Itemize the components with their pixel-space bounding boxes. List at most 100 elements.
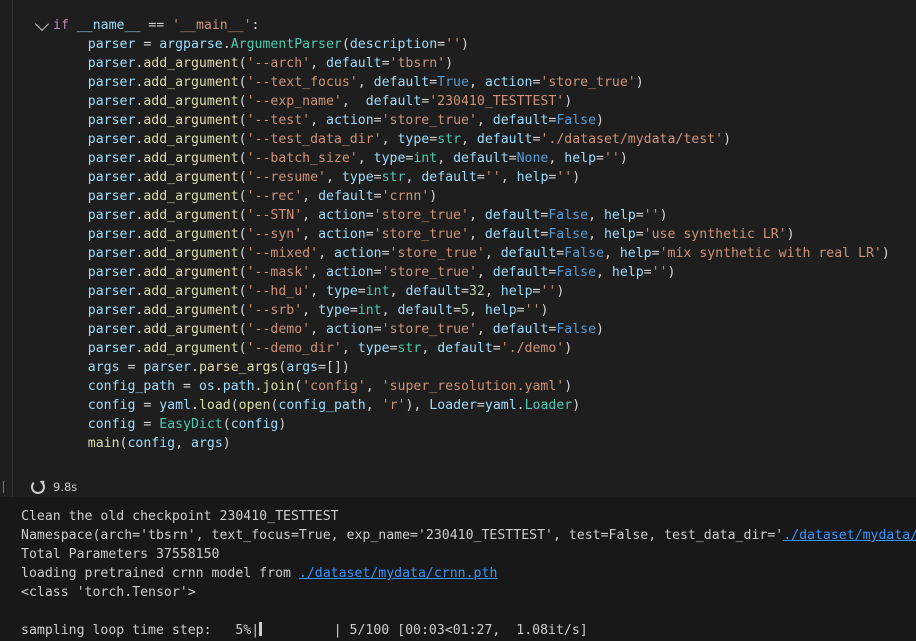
code-line[interactable]: config = EasyDict(config) <box>33 415 890 434</box>
code-line[interactable]: parser.add_argument('--test', action='st… <box>33 111 890 130</box>
code-token: action <box>318 208 366 223</box>
code-token: = <box>135 417 160 432</box>
output-token: Clean the old checkpoint 230410_TESTTEST <box>21 509 339 524</box>
code-token: add_argument <box>143 322 239 337</box>
code-token: 'r' <box>381 398 406 413</box>
code-token: add_argument <box>143 284 239 299</box>
code-token: =[]) <box>318 360 350 375</box>
cell-output: Clean the old checkpoint 230410_TESTTEST… <box>0 497 916 641</box>
code-token: if <box>53 18 77 33</box>
code-cell[interactable]: if __name__ == '__main__': parser = argp… <box>12 0 916 497</box>
code-token: , <box>437 151 454 166</box>
code-token: , <box>421 341 438 356</box>
code-token: ( <box>230 398 239 413</box>
code-line[interactable]: parser.add_argument('--arch', default='t… <box>33 54 890 73</box>
code-token: add_argument <box>143 246 239 261</box>
code-token: = <box>429 75 438 90</box>
code-line[interactable]: config = yaml.load(open(config_path, 'r'… <box>33 396 890 415</box>
code-token: = <box>476 170 485 185</box>
code-token: ( <box>238 265 247 280</box>
code-line[interactable]: parser.add_argument('--mixed', action='s… <box>33 244 890 263</box>
cell-status: 9.8s <box>31 480 77 494</box>
code-token: Loader <box>429 398 477 413</box>
code-token: ( <box>238 170 247 185</box>
code-line[interactable]: parser.add_argument('--text_focus', defa… <box>33 73 890 92</box>
output-token: Namespace(arch='tbsrn', text_focus=True,… <box>21 528 784 543</box>
code-token: add_argument <box>143 75 239 90</box>
code-token: True <box>437 75 469 90</box>
code-token: = <box>175 379 199 394</box>
code-token: ) <box>635 75 644 90</box>
code-token: . <box>214 379 223 394</box>
code-token: 'store_true' <box>540 75 636 90</box>
code-token: default <box>421 170 477 185</box>
code-token: 'crnn' <box>381 189 430 204</box>
code-token: = <box>596 151 604 166</box>
code-line[interactable]: parser.add_argument('--exp_name', defaul… <box>33 92 890 111</box>
code-token: = <box>492 341 501 356</box>
code-token: type <box>326 284 358 299</box>
code-token: , <box>302 303 319 318</box>
code-token: main <box>87 436 120 451</box>
code-token: parser <box>87 170 136 185</box>
code-token: parser <box>87 303 136 318</box>
code-token: ( <box>238 75 247 90</box>
code-token: parser <box>87 56 136 71</box>
code-line[interactable]: parser.add_argument('--syn', action='sto… <box>33 225 890 244</box>
file-link[interactable]: ./dataset/mydata/test <box>783 528 916 543</box>
fold-chevron-icon[interactable] <box>34 16 50 31</box>
code-token: , <box>302 227 319 242</box>
code-token: add_argument <box>143 132 239 147</box>
code-token: ) <box>572 398 581 413</box>
code-token: 'super_resolution.yaml' <box>381 379 565 394</box>
code-token: . <box>516 398 525 413</box>
code-line[interactable]: parser.add_argument('--resume', type=str… <box>33 168 890 187</box>
code-token: add_argument <box>143 113 239 128</box>
output-line: Namespace(arch='tbsrn', text_focus=True,… <box>21 526 916 545</box>
code-content[interactable]: if __name__ == '__main__': parser = argp… <box>33 16 890 453</box>
code-line[interactable]: args = parser.parse_args(args=[]) <box>33 358 890 377</box>
code-line[interactable]: main(config, args) <box>33 434 890 453</box>
code-line[interactable]: parser.add_argument('--test_data_dir', t… <box>33 130 890 149</box>
code-token: config <box>127 436 176 451</box>
code-token: ) <box>278 417 287 432</box>
code-line[interactable]: parser.add_argument('--batch_size', type… <box>33 149 890 168</box>
code-line[interactable]: parser = argparse.ArgumentParser(descrip… <box>33 35 890 54</box>
code-token: parse_args <box>198 360 279 375</box>
code-line[interactable]: parser.add_argument('--srb', type=int, d… <box>33 301 890 320</box>
code-token: , <box>357 75 374 90</box>
code-line[interactable]: parser.add_argument('--demo_dir', type=s… <box>33 339 890 358</box>
code-line[interactable]: parser.add_argument('--rec', default='cr… <box>33 187 890 206</box>
code-token: ArgumentParser <box>230 37 342 52</box>
code-line[interactable]: parser.add_argument('--mask', action='st… <box>33 263 890 282</box>
refresh-icon[interactable] <box>31 480 45 494</box>
output-line: Total Parameters 37558150 <box>21 545 916 564</box>
code-line[interactable]: parser.add_argument('--demo', action='st… <box>33 320 890 339</box>
code-token: str <box>397 341 422 356</box>
code-token: yaml <box>159 398 191 413</box>
code-token: '' <box>484 170 501 185</box>
code-token: load <box>198 398 231 413</box>
code-token: ) <box>540 303 549 318</box>
code-token: , <box>603 246 620 261</box>
code-token: '230410_TESTTEST' <box>429 94 565 109</box>
code-token: type <box>373 151 406 166</box>
code-token: 'store_true' <box>381 265 477 280</box>
code-token: ) <box>564 341 573 356</box>
code-token: ( <box>341 37 350 52</box>
file-link[interactable]: ./dataset/mydata/crnn.pth <box>299 566 498 581</box>
code-token: = <box>643 265 652 280</box>
code-line[interactable]: if __name__ == '__main__': <box>33 16 890 35</box>
code-token: '' <box>445 37 462 52</box>
code-line[interactable]: parser.add_argument('--hd_u', type=int, … <box>33 282 890 301</box>
code-editor[interactable]: if __name__ == '__main__': parser = argp… <box>13 0 916 469</box>
code-line[interactable]: parser.add_argument('--STN', action='sto… <box>33 206 890 225</box>
code-token: : <box>251 18 260 33</box>
code-line[interactable]: config_path = os.path.join('config', 'su… <box>33 377 890 396</box>
code-token: action <box>318 227 366 242</box>
code-token: , <box>500 170 517 185</box>
code-token: help <box>611 265 644 280</box>
